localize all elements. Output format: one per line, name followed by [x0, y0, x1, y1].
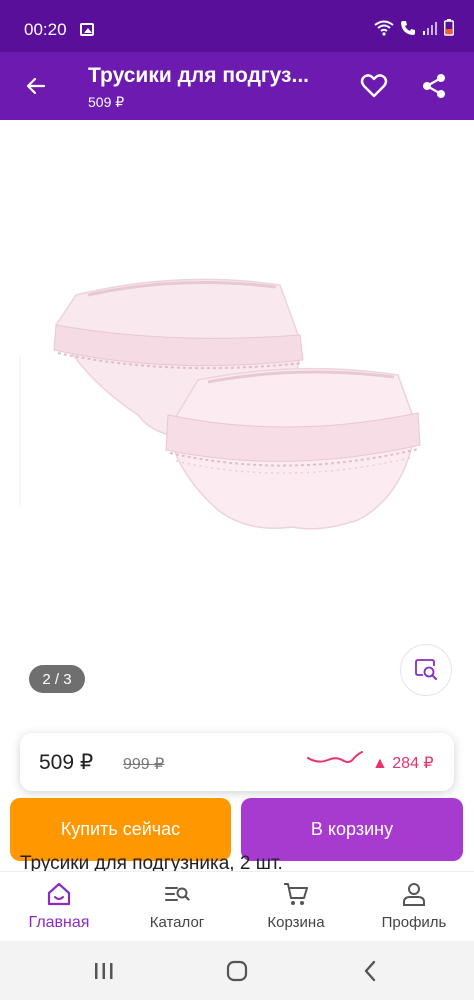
nav-label-cart: Корзина	[267, 914, 325, 931]
profile-icon	[403, 883, 425, 906]
system-home-button[interactable]	[222, 959, 252, 983]
image-counter-badge: 2 / 3	[29, 665, 85, 693]
nav-label-catalog: Каталог	[149, 914, 205, 931]
home-icon	[47, 882, 71, 906]
price-card: 509 ₽ 999 ₽ ▲ 284 ₽	[20, 733, 454, 791]
nav-item-profile[interactable]: Профиль	[359, 880, 469, 938]
back-button[interactable]	[14, 64, 58, 108]
add-to-cart-button[interactable]: В корзину	[241, 798, 463, 861]
nav-item-home[interactable]: Главная	[4, 880, 114, 938]
wifi-icon	[374, 20, 394, 36]
system-back-button[interactable]	[355, 959, 385, 983]
nav-label-profile: Профиль	[381, 914, 447, 931]
status-icons	[374, 19, 454, 36]
image-icon	[80, 23, 94, 36]
recents-icon	[95, 963, 113, 979]
product-title: Трусики для подгузника, 2 шт.	[20, 853, 283, 871]
signal-icon	[423, 21, 437, 35]
status-time: 00:20	[24, 20, 67, 39]
nav-item-cart[interactable]: Корзина	[241, 880, 351, 938]
battery-icon	[444, 19, 454, 36]
product-image	[19, 278, 421, 530]
share-icon	[423, 74, 445, 98]
product-title-peek: Трусики для подгузника, 2 шт.	[20, 853, 460, 871]
header-price: 509 ₽	[88, 94, 125, 110]
heart-icon	[360, 74, 388, 98]
app-bar: Трусики для подгуз... 509 ₽	[0, 52, 474, 120]
status-bar: 00:20	[0, 0, 474, 52]
back-arrow-icon	[26, 77, 46, 95]
home-circle-icon	[226, 960, 248, 982]
nav-item-catalog[interactable]: Каталог	[122, 880, 232, 938]
old-price: 999 ₽	[123, 756, 165, 773]
catalog-search-icon	[165, 887, 190, 901]
share-button[interactable]	[412, 64, 456, 108]
current-price: 509 ₽	[39, 751, 94, 774]
back-chevron-icon	[364, 960, 376, 982]
product-gallery[interactable]: 2 / 3	[0, 120, 474, 720]
page-title: Трусики для подгуз...	[88, 64, 309, 87]
cart-icon	[284, 883, 308, 905]
call-icon	[401, 20, 415, 35]
buy-now-button[interactable]: Купить сейчас	[10, 798, 231, 861]
zoom-button[interactable]	[400, 644, 452, 696]
recents-button[interactable]	[89, 959, 119, 983]
price-difference: ▲ 284 ₽	[372, 755, 434, 772]
nav-label-home: Главная	[28, 914, 90, 931]
bottom-nav: Главная Каталог Корзина Профиль	[0, 871, 474, 941]
favorite-button[interactable]	[352, 64, 396, 108]
zoom-icon	[415, 659, 437, 680]
system-nav-bar	[0, 941, 474, 1000]
price-trend-icon[interactable]	[306, 748, 364, 770]
